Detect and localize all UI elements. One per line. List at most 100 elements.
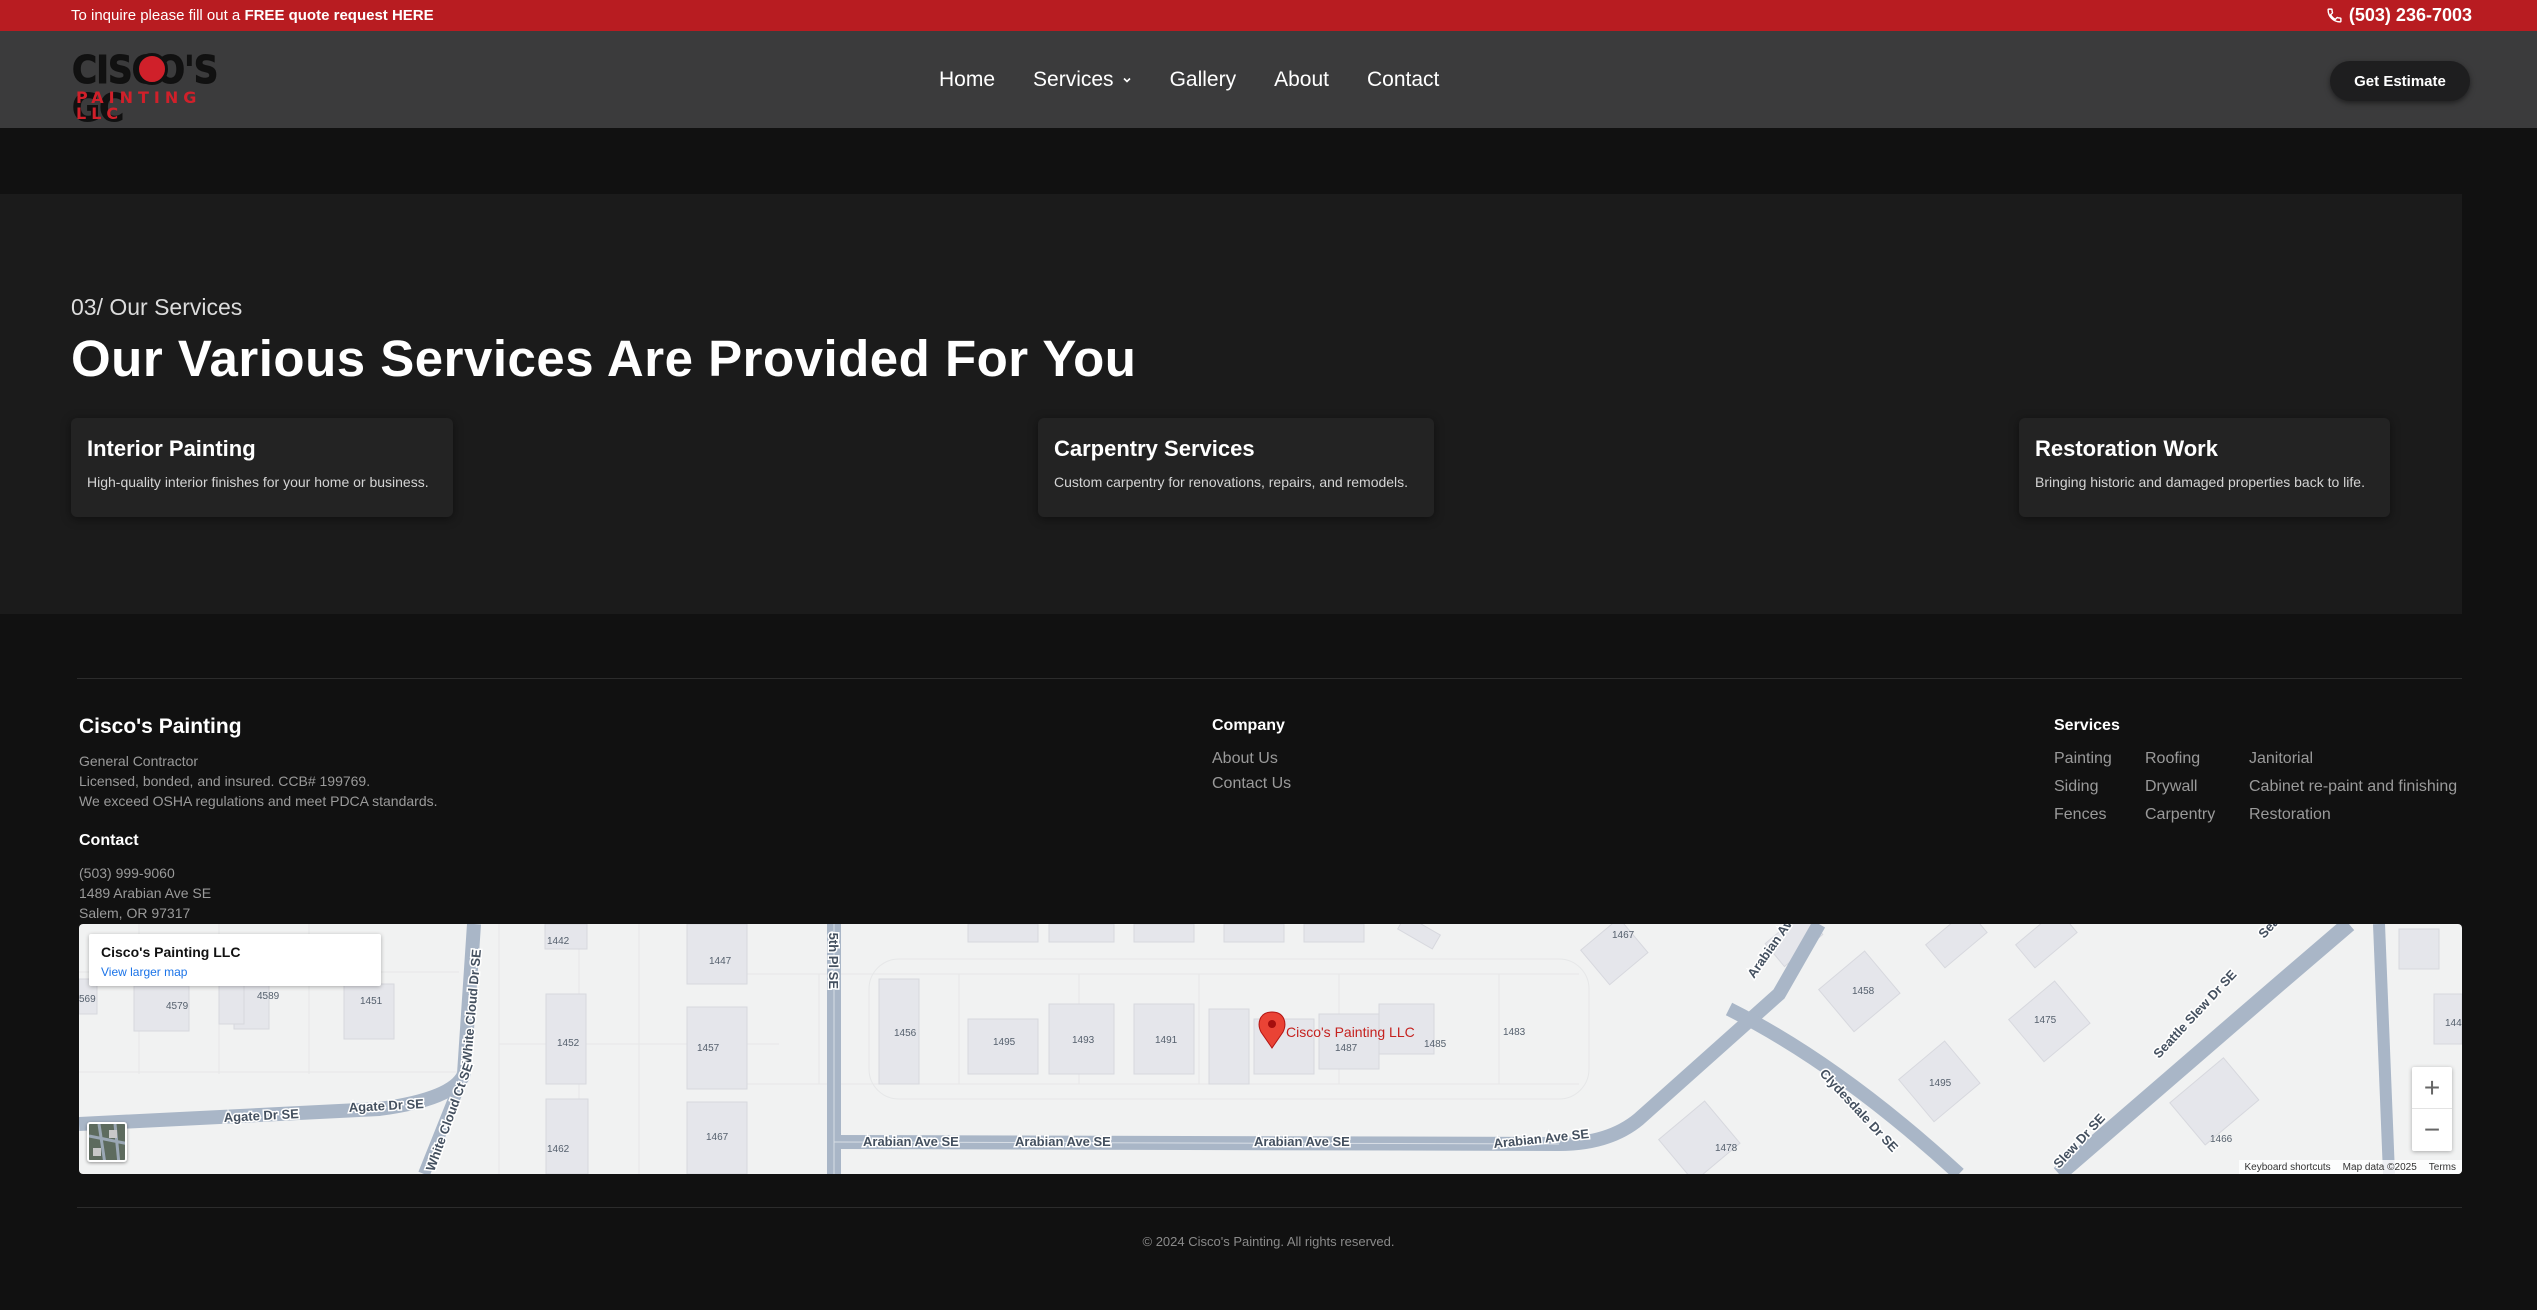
card-title: Carpentry Services <box>1054 436 1255 461</box>
zoom-out-button[interactable]: − <box>2412 1109 2452 1151</box>
nav-label: Contact <box>1366 68 1440 91</box>
keyboard-shortcuts-link[interactable]: Keyboard shortcuts <box>2245 1162 2331 1173</box>
house-number: 4579 <box>166 1001 189 1012</box>
card-description: Bringing historic and damaged properties… <box>2035 474 2365 490</box>
footer-brand: Cisco's Painting <box>79 715 242 738</box>
footer-link-contact-us[interactable]: Contact Us <box>1212 775 1291 793</box>
nav-label: Gallery <box>1169 68 1237 91</box>
footer-contact-address: 1489 Arabian Ave SE <box>79 885 212 901</box>
footer-link-fences[interactable]: Fences <box>2054 806 2106 824</box>
house-number: 1485 <box>1424 1039 1447 1050</box>
footer-link-drywall[interactable]: Drywall <box>2145 778 2197 796</box>
house-number: 1456 <box>894 1028 917 1039</box>
logo-subtitle: PAINTING LLC <box>76 88 202 123</box>
satellite-toggle-button[interactable] <box>87 1122 127 1162</box>
quote-request-link[interactable]: FREE quote request HERE <box>244 7 433 24</box>
street-label: Arabian Ave SE <box>1254 1134 1350 1149</box>
quote-notice[interactable]: To inquire please fill out a FREE quote … <box>71 7 434 24</box>
view-larger-map-link[interactable]: View larger map <box>101 965 187 979</box>
top-phone[interactable]: (503) 236-7003 <box>2326 5 2472 26</box>
house-number: 1442 <box>547 936 570 947</box>
embedded-map[interactable]: Agate Dr SE Agate Dr SE White Cloud Dr S… <box>79 924 2462 1174</box>
copyright-text: © 2024 Cisco's Painting. All rights rese… <box>1142 1234 1395 1249</box>
section-eyebrow: 03/ Our Services <box>71 294 243 320</box>
house-number: 1493 <box>1072 1035 1095 1046</box>
house-number: 1462 <box>547 1144 570 1155</box>
chevron-down-icon <box>1122 77 1131 83</box>
card-description: High-quality interior finishes for your … <box>87 474 429 490</box>
zoom-in-button[interactable]: + <box>2412 1067 2452 1109</box>
footer-link-cabinet[interactable]: Cabinet re-paint and finishing <box>2249 778 2457 796</box>
house-number: 1467 <box>1612 930 1635 941</box>
footer-about-line: Licensed, bonded, and insured. CCB# 1997… <box>79 773 371 789</box>
footer-divider-bottom <box>77 1207 2462 1208</box>
footer-link-siding[interactable]: Siding <box>2054 778 2098 796</box>
footer-link-roofing[interactable]: Roofing <box>2145 750 2200 768</box>
street-label: Seattle <box>2255 924 2295 941</box>
map-canvas[interactable]: Agate Dr SE Agate Dr SE White Cloud Dr S… <box>79 924 2462 1174</box>
house-number: 1451 <box>360 996 383 1007</box>
paint-drop-icon <box>136 53 168 85</box>
main-nav: Home Services Gallery About Contact <box>939 68 1477 92</box>
nav-home[interactable]: Home <box>939 68 995 92</box>
footer-link-about-us[interactable]: About Us <box>1212 750 1278 768</box>
card-description: Custom carpentry for renovations, repair… <box>1054 474 1409 490</box>
service-card-restoration[interactable]: Restoration Work Bringing historic and d… <box>2019 418 2390 517</box>
footer-divider-top <box>77 678 2462 679</box>
house-number: 1452 <box>557 1038 580 1049</box>
footer-contact-city: Salem, OR 97317 <box>79 905 191 921</box>
house-number: 1495 <box>1929 1078 1952 1089</box>
street-label: Arabian Ave SE <box>1015 1134 1111 1149</box>
map-pin-label[interactable]: Cisco's Painting LLC <box>1286 1024 1415 1040</box>
house-number: 1475 <box>2034 1015 2057 1026</box>
section-headline: Our Various Services Are Provided For Yo… <box>71 330 1137 387</box>
map-zoom-controls: + − <box>2412 1067 2452 1151</box>
nav-contact[interactable]: Contact <box>1367 68 1439 92</box>
footer-link-carpentry[interactable]: Carpentry <box>2145 806 2215 824</box>
service-card-interior-painting[interactable]: Interior Painting High-quality interior … <box>71 418 453 517</box>
top-announcement-bar: To inquire please fill out a FREE quote … <box>0 0 2537 31</box>
footer-company-heading: Company <box>1212 717 1285 734</box>
site-logo[interactable]: CISCO'S GC PAINTING LLC <box>72 51 252 128</box>
house-number: 1457 <box>697 1043 720 1054</box>
notice-text: To inquire please fill out a <box>71 7 245 24</box>
get-estimate-button[interactable]: Get Estimate <box>2330 61 2470 101</box>
footer-link-painting[interactable]: Painting <box>2054 750 2112 768</box>
map-attribution-bar: Keyboard shortcuts Map data ©2025 Terms <box>2238 1160 2462 1174</box>
nav-services[interactable]: Services <box>1033 68 1132 92</box>
nav-label: About <box>1274 68 1329 91</box>
footer-about-line: We exceed OSHA regulations and meet PDCA… <box>79 793 438 809</box>
footer-link-janitorial[interactable]: Janitorial <box>2249 750 2313 768</box>
street-label: Arabian Ave SE <box>863 1134 959 1149</box>
street-label: White Cloud Ct SE <box>423 1060 476 1173</box>
footer-about-line: General Contractor <box>79 753 199 769</box>
map-place-card: Cisco's Painting LLC View larger map <box>89 934 381 986</box>
phone-icon <box>2327 8 2342 23</box>
street-label: 5th Pl SE <box>826 933 841 990</box>
house-number: 1495 <box>993 1037 1016 1048</box>
services-section: 03/ Our Services Our Various Services Ar… <box>0 194 2462 614</box>
nav-label: Home <box>939 68 996 91</box>
site-header: CISCO'S GC PAINTING LLC Home Services Ga… <box>0 31 2537 128</box>
top-phone-number: (503) 236-7003 <box>2348 5 2472 25</box>
map-data-credit: Map data ©2025 <box>2342 1161 2417 1173</box>
service-card-carpentry[interactable]: Carpentry Services Custom carpentry for … <box>1038 418 1434 517</box>
house-number: 1447 <box>709 956 732 967</box>
nav-gallery[interactable]: Gallery <box>1170 68 1237 92</box>
nav-about[interactable]: About <box>1274 68 1329 92</box>
house-number: 1467 <box>706 1132 729 1143</box>
house-number: 1478 <box>1715 1143 1738 1154</box>
street-label: Agate Dr SE <box>348 1096 424 1115</box>
house-number: 1466 <box>2210 1134 2233 1145</box>
footer-link-restoration[interactable]: Restoration <box>2249 806 2331 824</box>
footer-contact-heading: Contact <box>79 832 139 849</box>
house-number: 1458 <box>1852 986 1875 997</box>
map-place-name: Cisco's Painting LLC <box>101 944 241 960</box>
house-number: 1491 <box>1155 1035 1178 1046</box>
terms-link[interactable]: Terms <box>2429 1162 2456 1173</box>
street-label: Agate Dr SE <box>223 1106 299 1125</box>
satellite-thumbnail-icon <box>89 1124 125 1160</box>
nav-label: Services <box>1033 68 1114 91</box>
footer-contact-phone[interactable]: (503) 999-9060 <box>79 865 175 881</box>
house-number: 4589 <box>257 991 280 1002</box>
